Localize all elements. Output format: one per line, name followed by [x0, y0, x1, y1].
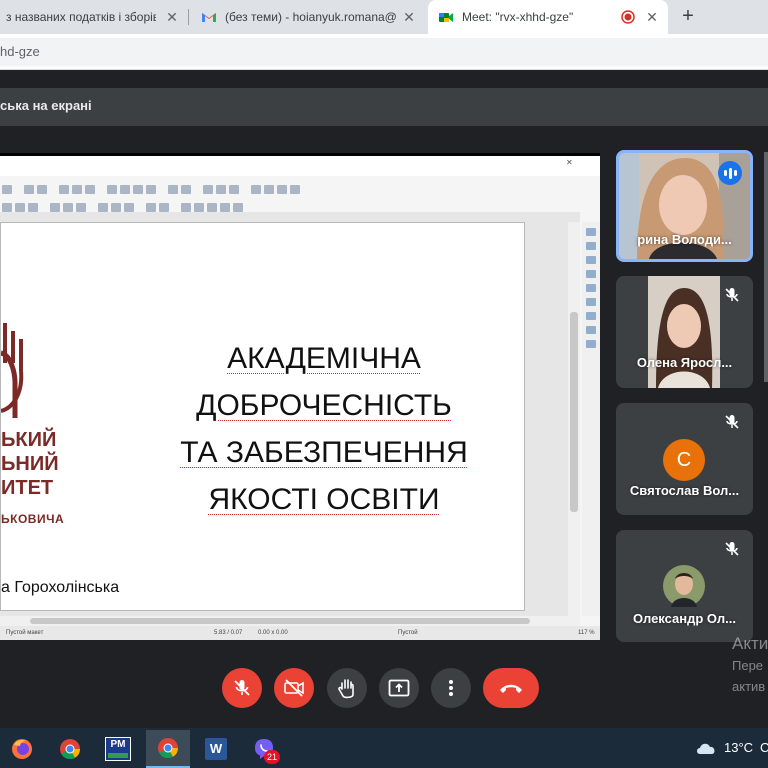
leave-call-button[interactable]	[483, 668, 539, 708]
presenting-banner: ська на екрані	[0, 88, 768, 126]
viber-badge: 21	[264, 750, 280, 764]
activate-windows-watermark: Пере	[732, 658, 764, 673]
vertical-scrollbar[interactable]	[568, 222, 580, 616]
weather-cloud-icon	[697, 743, 715, 754]
mic-muted-icon	[725, 542, 739, 556]
hang-up-icon	[500, 684, 522, 693]
chrome-active-icon	[158, 738, 179, 759]
word-icon: W	[205, 738, 227, 760]
status-layout: Пустой макет	[6, 630, 44, 636]
window-close-icon[interactable]: ✕	[566, 158, 573, 167]
logo-text-line: ЬНИЙ	[1, 453, 59, 475]
participant-tile[interactable]: рина Володи...	[616, 150, 753, 262]
browser-tab-strip: з названих податків і зборів ✕ (без теми…	[0, 0, 768, 34]
slide-title-line: ТА ЗАБЕЗПЕЧЕННЯ	[180, 436, 468, 469]
raise-hand-icon	[338, 679, 354, 699]
tab-gmail-title: (без теми) - hoianyuk.romana@	[225, 10, 397, 24]
participant-video	[648, 276, 720, 388]
mic-muted-icon	[725, 288, 739, 302]
pm-label: PM	[110, 739, 126, 750]
meet-icon	[439, 13, 453, 22]
participant-name: Олександр Ол...	[633, 611, 736, 626]
avatar	[663, 565, 705, 607]
slide-author: а Горохолінська	[1, 579, 120, 596]
tab-taxes-title: з названих податків і зборів	[6, 10, 156, 24]
avatar: С	[663, 439, 705, 481]
slide-title-line: ДОБРОЧЕСНІСТЬ	[196, 389, 452, 422]
present-screen-icon	[388, 679, 410, 697]
impress-window: ✕ ЬКИЙ ЬНИЙ ИТЕТ ЬКОВИЧА АКАДЕМІЧНА ДОБР…	[0, 156, 600, 640]
tray-overflow-text[interactable]: C	[760, 740, 768, 755]
impress-titlebar: ✕	[0, 156, 600, 176]
activate-windows-watermark: актив	[732, 679, 766, 694]
participant-tile[interactable]: Олександр Ол...	[616, 530, 753, 642]
tab-meet-title: Meet: "rvx-xhhd-gze"	[462, 10, 574, 24]
logo-text-line: ЬКИЙ	[1, 429, 57, 451]
slide-title: АКАДЕМІЧНА ДОБРОЧЕСНІСТЬ ТА ЗАБЕЗПЕЧЕННЯ…	[151, 335, 497, 523]
next-tile-edge	[764, 152, 768, 382]
mic-muted-icon	[725, 415, 739, 429]
participant-tile[interactable]: С Святослав Вол...	[616, 403, 753, 515]
recording-icon	[621, 10, 635, 24]
present-button[interactable]	[379, 668, 419, 708]
logo-text-line: ЬКОВИЧА	[1, 512, 65, 526]
mic-off-icon	[234, 680, 250, 696]
meet-top-spacer	[0, 70, 768, 88]
tab-close-icon[interactable]: ✕	[644, 9, 660, 25]
taskbar-viber[interactable]: 21	[242, 730, 286, 768]
tab-meet[interactable]: Meet: "rvx-xhhd-gze" ✕	[428, 0, 668, 34]
tab-close-icon[interactable]: ✕	[401, 9, 417, 25]
taskbar-chrome-active[interactable]	[146, 730, 190, 768]
taskbar-word[interactable]: W	[194, 730, 238, 768]
browser-toolbar: hd-gze	[0, 34, 768, 70]
status-style: Пустой	[398, 630, 418, 636]
camera-toggle-button[interactable]	[274, 668, 314, 708]
slide-title-line: ЯКОСТІ ОСВІТИ	[208, 483, 440, 516]
pm-icon: PM	[105, 737, 131, 761]
participant-name: Святослав Вол...	[629, 483, 740, 498]
firefox-icon	[12, 739, 32, 759]
word-label: W	[209, 741, 223, 756]
horizontal-scrollbar[interactable]	[0, 616, 580, 626]
slide-title-line: АКАДЕМІЧНА	[227, 342, 421, 375]
mic-toggle-button[interactable]	[222, 668, 262, 708]
taskbar-chrome[interactable]	[48, 730, 92, 768]
status-size: 0.00 x 0.00	[258, 630, 288, 636]
activate-windows-watermark: Акти	[732, 634, 768, 653]
camera-off-icon	[284, 679, 304, 697]
gmail-icon	[202, 13, 216, 22]
taskbar-firefox[interactable]	[0, 730, 44, 768]
tab-taxes[interactable]: з названих податків і зборів ✕	[0, 0, 188, 34]
university-logo-icon	[1, 323, 24, 418]
speaking-indicator-icon	[718, 161, 742, 185]
windows-taskbar: PM W 21 13°C C	[0, 728, 768, 768]
participant-tile[interactable]: Олена Яросл...	[616, 276, 753, 388]
status-position: 5.83 / 0.07	[214, 630, 243, 636]
tab-gmail[interactable]: (без теми) - hoianyuk.romana@ ✕	[189, 0, 425, 34]
taskbar-pm-app[interactable]: PM	[96, 730, 140, 768]
new-tab-button[interactable]: +	[676, 5, 700, 29]
presentation-slide: ЬКИЙ ЬНИЙ ИТЕТ ЬКОВИЧА АКАДЕМІЧНА ДОБРОЧ…	[0, 222, 525, 611]
impress-statusbar: Пустой макет 5.83 / 0.07 0.00 x 0.00 Пус…	[0, 626, 600, 640]
chrome-icon	[60, 739, 81, 760]
more-vert-icon	[449, 680, 453, 696]
impress-sidebar[interactable]	[582, 222, 600, 616]
logo-text-line: ИТЕТ	[1, 477, 54, 499]
address-bar[interactable]: hd-gze	[0, 38, 768, 66]
weather-temperature[interactable]: 13°C	[724, 740, 753, 755]
tab-close-icon[interactable]: ✕	[164, 9, 180, 25]
impress-toolbar-1[interactable]	[0, 182, 580, 196]
participant-name: Олена Яросл...	[636, 355, 733, 370]
more-options-button[interactable]	[431, 668, 471, 708]
screen: з названих податків і зборів ✕ (без теми…	[0, 0, 768, 768]
participant-name: рина Володи...	[637, 232, 732, 247]
raise-hand-button[interactable]	[327, 668, 367, 708]
status-zoom[interactable]: 117 %	[578, 626, 595, 640]
presenting-text: ська на екрані	[0, 98, 92, 113]
